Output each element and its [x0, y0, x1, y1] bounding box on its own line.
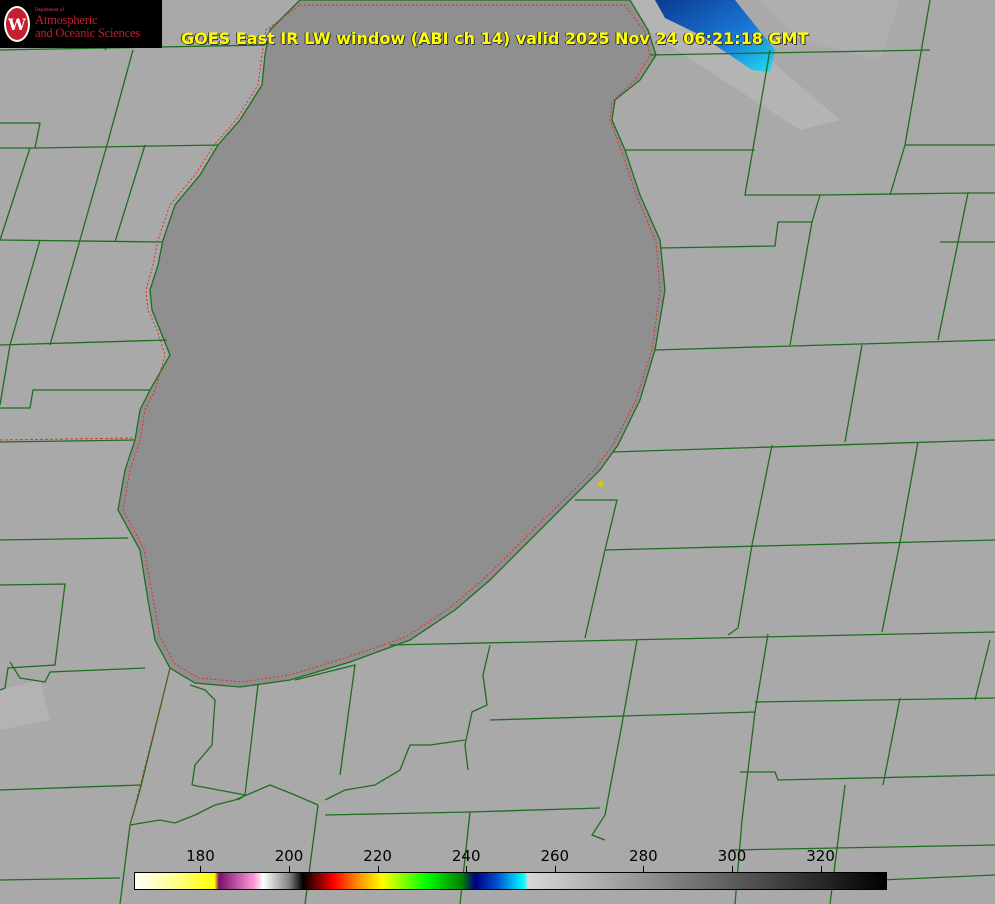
uw-crest-icon: W	[4, 6, 30, 42]
logo-line-1: Atmospheric	[35, 12, 98, 27]
logo-line-2: and Oceanic Sciences	[35, 25, 140, 40]
colorbar-tick-label: 180	[186, 847, 215, 865]
crest-letter: W	[7, 15, 27, 34]
image-title: GOES East IR LW window (ABI ch 14) valid…	[181, 29, 809, 48]
temperature-colorbar	[134, 872, 887, 890]
colorbar-tick-label: 260	[540, 847, 570, 865]
colorbar-tick-label: 280	[629, 847, 658, 865]
aos-logo: W Department of Atmospheric and Oceanic …	[0, 0, 162, 48]
colorbar-tick-label: 300	[717, 847, 747, 865]
colorbar-tick-label: 200	[274, 847, 304, 865]
city-marker	[598, 481, 604, 487]
satellite-map-view: W Department of Atmospheric and Oceanic …	[0, 0, 995, 904]
colorbar-tick-label: 220	[363, 847, 392, 865]
colorbar-tick-label: 320	[806, 847, 835, 865]
logo-text: Department of Atmospheric and Oceanic Sc…	[35, 8, 140, 40]
colorbar-tick-label: 240	[451, 847, 481, 865]
ir-satellite-map	[0, 0, 995, 904]
